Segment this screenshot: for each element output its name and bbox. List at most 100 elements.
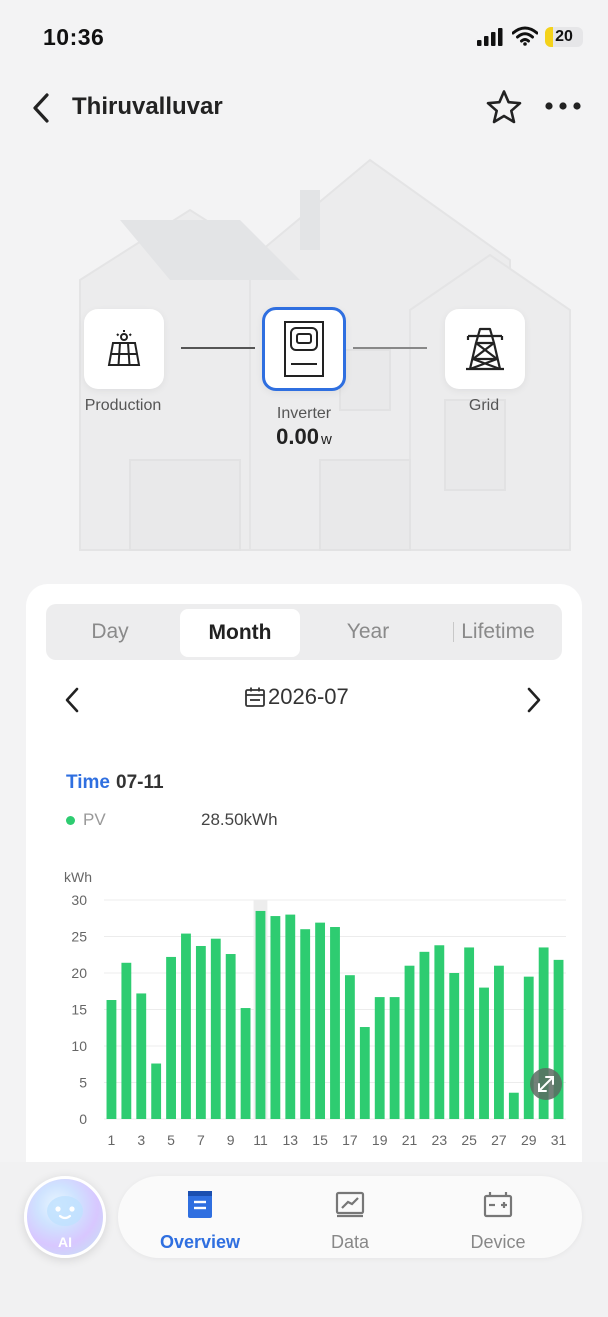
x-tick-label: 7 (197, 1132, 205, 1148)
bar-day-3 (136, 993, 147, 1119)
y-tick-label: 25 (71, 929, 87, 945)
x-tick-label: 9 (227, 1132, 235, 1148)
bar-day-10 (240, 1008, 251, 1119)
more-options-icon[interactable] (544, 96, 582, 116)
bar-day-9 (225, 954, 236, 1119)
x-tick-label: 25 (461, 1132, 477, 1148)
x-tick-label: 15 (312, 1132, 328, 1148)
date-navigator: 2026-07 (26, 680, 582, 720)
tab-overview-label: Overview (159, 1232, 241, 1252)
bar-day-7 (195, 945, 206, 1119)
y-tick-label: 30 (71, 892, 87, 908)
page-title: Thiruvalluvar (72, 93, 223, 120)
bar-day-18 (359, 1027, 370, 1119)
inverter-power-number: 0.00 (276, 424, 319, 449)
bar-day-17 (344, 975, 355, 1119)
bar-day-28 (508, 1092, 519, 1119)
expand-chart-icon[interactable] (530, 1068, 562, 1100)
bar-day-21 (404, 965, 415, 1119)
y-tick-label: 5 (79, 1075, 87, 1091)
grid-node[interactable] (445, 309, 525, 389)
y-tick-label: 0 (79, 1111, 87, 1127)
date-picker[interactable]: 2026-07 (244, 684, 349, 710)
bar-day-27 (494, 965, 504, 1119)
x-tick-label: 11 (253, 1132, 268, 1148)
y-tick-label: 10 (71, 1038, 87, 1054)
bar-day-1 (106, 1000, 117, 1119)
tab-lifetime[interactable]: Lifetime (434, 604, 562, 660)
x-tick-label: 29 (521, 1132, 537, 1148)
y-axis-unit-label: kWh (64, 869, 92, 885)
x-tick-label: 19 (372, 1132, 388, 1148)
calendar-icon (245, 687, 265, 707)
tab-device[interactable]: Device (438, 1176, 558, 1258)
tab-bar: Overview Data Device (118, 1176, 582, 1258)
bar-day-11 (255, 910, 266, 1119)
bar-day-4 (151, 1063, 162, 1119)
x-tick-label: 23 (432, 1132, 448, 1148)
overview-icon (188, 1191, 212, 1218)
power-tower-icon (466, 327, 504, 371)
status-bar: 10:36 20 (0, 0, 608, 74)
bar-day-6 (181, 933, 191, 1119)
device-battery-icon (483, 1192, 513, 1218)
bar-day-25 (464, 947, 475, 1119)
tab-day[interactable]: Day (46, 604, 174, 660)
monthly-pv-bar-chart[interactable]: kWh3025201510501 3 5 7 9 11 13 15 17 19 21 23 25 27 29… (26, 860, 582, 1160)
tooltip-series: PV (66, 810, 106, 830)
bar-day-24 (449, 973, 460, 1119)
previous-period-chevron-icon[interactable] (60, 684, 84, 716)
x-tick-label: 17 (342, 1132, 358, 1148)
tab-device-label: Device (470, 1232, 526, 1252)
bar-day-16 (330, 927, 340, 1119)
bottom-navigation: AI Overview Data Device (0, 1162, 608, 1317)
ai-assistant-button[interactable]: AI (24, 1176, 106, 1258)
ai-face-icon (47, 1196, 83, 1226)
tab-overview[interactable]: Overview (140, 1176, 260, 1258)
y-tick-label: 20 (71, 965, 87, 981)
flow-line-right (353, 347, 427, 349)
x-tick-label: 31 (551, 1132, 567, 1148)
bar-day-26 (479, 987, 489, 1119)
bar-day-13 (285, 914, 296, 1119)
bar-day-12 (270, 916, 281, 1119)
bar-day-22 (419, 951, 430, 1119)
back-arrow-icon[interactable] (28, 90, 56, 126)
inverter-node[interactable] (262, 307, 346, 391)
grid-label: Grid (468, 397, 500, 414)
battery-indicator: 20 (545, 27, 583, 47)
bar-day-8 (210, 938, 221, 1119)
cellular-signal-icon (477, 28, 503, 46)
tooltip-time-label: Time (66, 772, 111, 793)
inverter-power-value: 0.00 w (244, 424, 364, 450)
x-tick-label: 27 (491, 1132, 507, 1148)
chart-tooltip-time: Time 07-11 (66, 772, 164, 794)
inverter-power-unit: w (320, 431, 332, 448)
bar-day-20 (389, 997, 400, 1119)
tab-month[interactable]: Month (180, 609, 300, 657)
tab-year[interactable]: Year (304, 604, 432, 660)
next-period-chevron-icon[interactable] (522, 684, 546, 716)
tooltip-series-name: PV (83, 810, 106, 829)
favorite-star-icon[interactable] (484, 88, 524, 128)
pv-legend-dot (66, 815, 75, 825)
production-node[interactable] (84, 309, 164, 389)
inverter-label: Inverter (276, 405, 332, 422)
y-tick-label: 15 (71, 1002, 87, 1018)
x-tick-label: 3 (137, 1132, 145, 1148)
data-chart-icon (335, 1191, 365, 1218)
tooltip-time-value: 07-11 (116, 772, 164, 793)
x-tick-label: 21 (402, 1132, 418, 1148)
battery-percent: 20 (555, 28, 573, 45)
x-tick-label: 13 (283, 1132, 299, 1148)
tab-data-label: Data (330, 1232, 370, 1252)
status-time: 10:36 (43, 24, 105, 50)
nav-bar: Thiruvalluvar (0, 80, 608, 136)
wifi-icon (512, 26, 538, 46)
flow-line-left (181, 347, 255, 349)
x-tick-label: 1 (108, 1132, 116, 1148)
solar-panel-icon (107, 330, 141, 366)
tab-data[interactable]: Data (290, 1176, 410, 1258)
production-label: Production (84, 397, 162, 414)
inverter-icon (284, 321, 324, 377)
